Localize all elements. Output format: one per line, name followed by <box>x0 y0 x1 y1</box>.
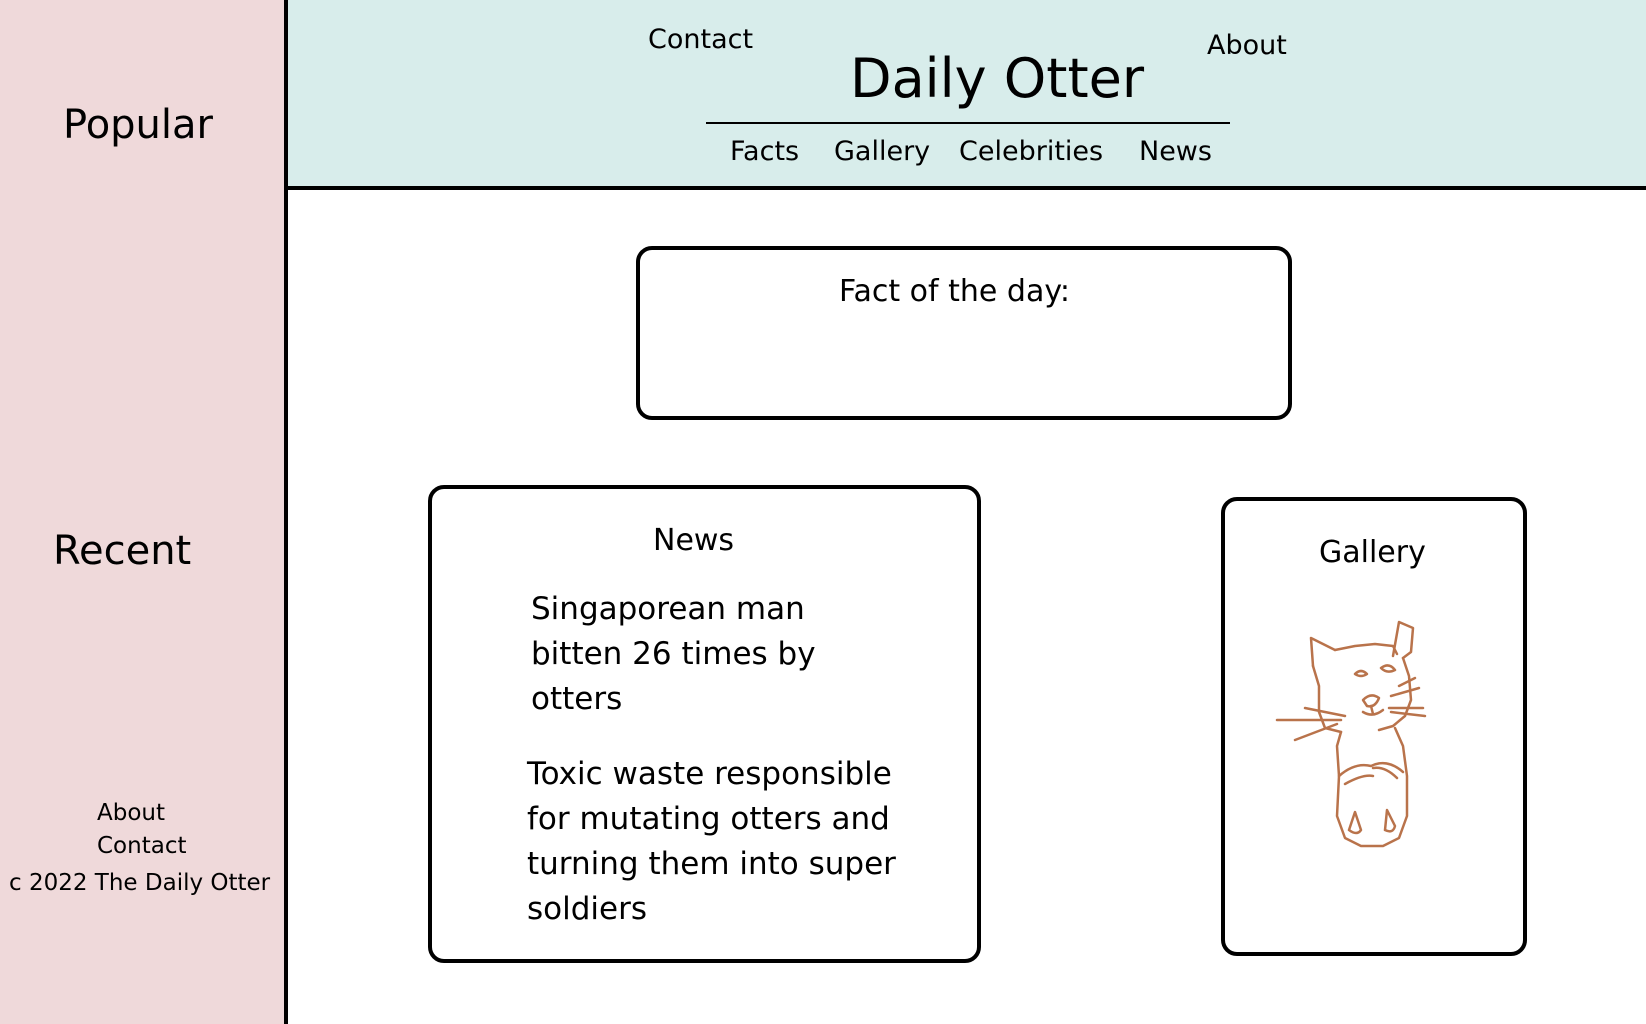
header-about-link[interactable]: About <box>1207 30 1287 61</box>
sidebar: Popular Recent About Contact c 2022 The … <box>0 0 288 1024</box>
footer-about-link[interactable]: About <box>97 800 165 826</box>
news-item[interactable]: Toxic waste responsible for mutating ott… <box>527 752 907 932</box>
popular-heading: Popular <box>63 102 213 148</box>
site-title: Daily Otter <box>850 47 1145 110</box>
title-underline <box>706 122 1230 124</box>
header-contact-link[interactable]: Contact <box>648 24 753 55</box>
recent-heading: Recent <box>53 528 192 574</box>
site-header: Contact About Daily Otter Facts Gallery … <box>288 0 1646 190</box>
nav-gallery[interactable]: Gallery <box>834 136 930 167</box>
otter-drawing-icon[interactable] <box>1275 616 1435 856</box>
fact-card-title: Fact of the day: <box>839 274 1071 309</box>
fact-of-the-day-card: Fact of the day: <box>636 246 1292 420</box>
gallery-card-title: Gallery <box>1319 535 1426 570</box>
nav-facts[interactable]: Facts <box>730 136 799 167</box>
gallery-card: Gallery <box>1221 497 1527 956</box>
copyright-text: c 2022 The Daily Otter <box>9 870 271 896</box>
nav-news[interactable]: News <box>1139 136 1212 167</box>
news-card: News Singaporean man bitten 26 times by … <box>428 485 981 963</box>
footer-contact-link[interactable]: Contact <box>97 833 186 859</box>
news-item[interactable]: Singaporean man bitten 26 times by otter… <box>531 587 831 722</box>
nav-celebrities[interactable]: Celebrities <box>959 136 1103 167</box>
news-card-title: News <box>653 523 735 558</box>
